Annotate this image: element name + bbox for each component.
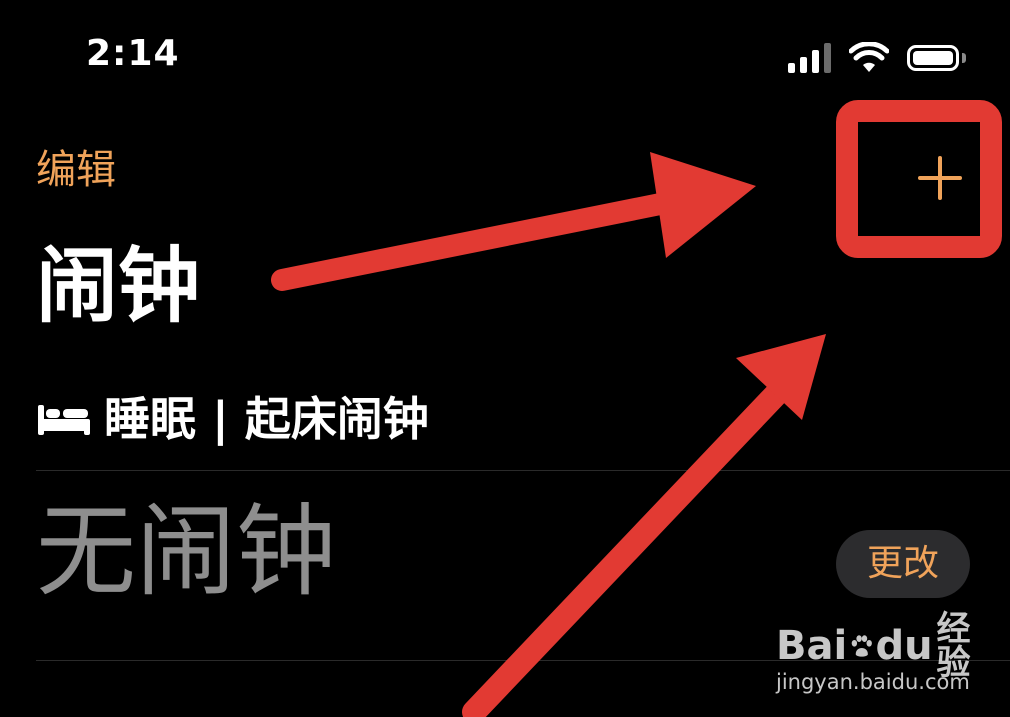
plus-icon	[918, 156, 962, 200]
page-title: 闹钟	[36, 239, 201, 334]
watermark-brand-left: Bai	[776, 623, 848, 669]
change-button[interactable]: 更改	[836, 530, 970, 598]
sleep-section-label: 睡眠 | 起床闹钟	[104, 392, 429, 446]
edit-button[interactable]: 编辑	[36, 150, 116, 190]
annotation-arrow-lower	[462, 334, 826, 717]
paw-logo-icon	[851, 635, 873, 657]
battery-icon	[907, 45, 966, 71]
cellular-signal-icon	[788, 43, 831, 73]
annotation-arrow-upper	[271, 152, 756, 291]
bed-icon	[38, 405, 90, 435]
wifi-icon	[849, 42, 889, 72]
add-alarm-button[interactable]	[900, 152, 980, 204]
status-time: 2:14	[86, 33, 180, 74]
divider	[36, 470, 1010, 471]
sleep-section-header[interactable]: 睡眠 | 起床闹钟	[36, 396, 429, 442]
watermark-url: jingyan.baidu.com	[776, 670, 970, 694]
watermark: Bai du 经验 jingyan.baidu.com	[776, 612, 976, 702]
watermark-brand-right: du	[875, 623, 933, 669]
status-icons	[788, 40, 966, 76]
no-alarm-label: 无闹钟	[36, 493, 336, 610]
